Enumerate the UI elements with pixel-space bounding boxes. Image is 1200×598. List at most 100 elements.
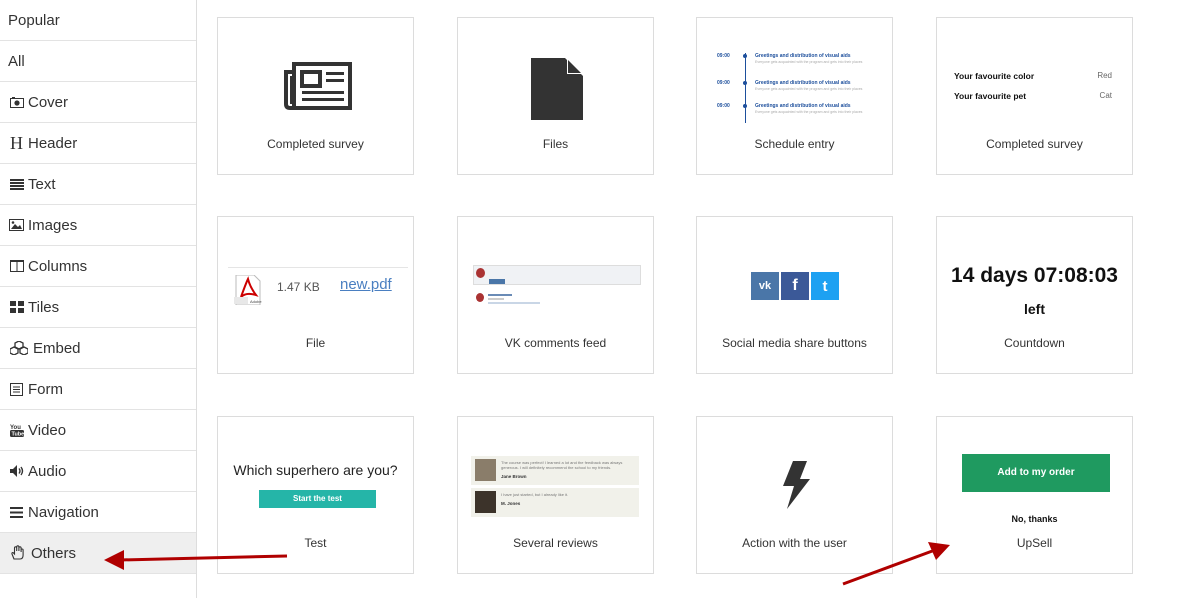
svg-text:Tube: Tube: [11, 432, 24, 438]
block-card-files[interactable]: Files: [457, 17, 654, 175]
block-card-test[interactable]: Which superhero are you? Start the test …: [217, 416, 414, 574]
countdown-suffix: left: [1024, 301, 1045, 317]
sidebar-item-images[interactable]: Images: [0, 205, 196, 246]
survey-row: Your favourite color Red: [954, 71, 1112, 81]
schedule-row: 09:00 Greetings and distribution of visu…: [697, 80, 894, 100]
block-card-several-reviews[interactable]: The course was perfect! I learned a lot …: [457, 416, 654, 574]
block-card-completed-survey-2[interactable]: Your favourite color Red Your favourite …: [936, 17, 1133, 175]
block-card-schedule-entry[interactable]: 09:00 Greetings and distribution of visu…: [696, 17, 893, 175]
block-card-completed-survey[interactable]: Completed survey: [217, 17, 414, 175]
text-lines-icon: [8, 178, 25, 190]
social-buttons: vk f t: [751, 272, 839, 300]
sidebar-item-label: Images: [28, 216, 78, 234]
sidebar-item-label: All: [8, 52, 25, 70]
sidebar-item-all[interactable]: All: [0, 41, 196, 82]
sidebar-item-popular[interactable]: Popular: [0, 0, 196, 41]
card-label: VK comments feed: [504, 336, 607, 350]
review-text: The course was perfect! I learned a lot …: [501, 460, 622, 470]
survey-answer: Red: [1097, 71, 1112, 80]
twitter-icon: t: [811, 272, 839, 300]
block-card-vk-comments[interactable]: VK comments feed: [457, 216, 654, 374]
schedule-time: 09:00: [717, 103, 730, 109]
sidebar-item-label: Columns: [28, 257, 88, 275]
card-label: Completed survey: [267, 137, 364, 151]
sidebar-item-label: Navigation: [28, 503, 99, 521]
file-icon: [531, 58, 583, 125]
sidebar-item-columns[interactable]: Columns: [0, 246, 196, 287]
upsell-decline-link: No, thanks: [1011, 514, 1058, 524]
cubes-icon: [8, 341, 30, 355]
block-card-social-share[interactable]: vk f t Social media share buttons: [696, 216, 893, 374]
form-icon: [8, 382, 25, 396]
schedule-time: 09:00: [717, 80, 730, 86]
tiles-icon: [8, 301, 25, 313]
sidebar-item-navigation[interactable]: Navigation: [0, 492, 196, 533]
card-label: Completed survey: [986, 137, 1083, 151]
schedule-dot: [743, 104, 747, 108]
review-text-line: generous. I will definitely recommend th…: [501, 465, 612, 470]
card-label: Social media share buttons: [722, 336, 867, 350]
schedule-dot: [743, 81, 747, 85]
review-item: The course was perfect! I learned a lot …: [471, 456, 639, 485]
survey-answer: Cat: [1099, 91, 1112, 100]
sidebar-item-label: Others: [31, 544, 77, 562]
schedule-dot: [743, 54, 747, 58]
vk-avatar: [476, 268, 485, 278]
bars-icon: [8, 506, 25, 518]
header-icon: H: [10, 132, 23, 153]
lightning-icon: [783, 461, 811, 514]
schedule-title: Greetings and distribution of visual aid…: [755, 103, 851, 109]
upsell-add-button: Add to my order: [962, 454, 1110, 492]
vk-comments-preview: [473, 265, 641, 311]
sidebar-item-label: Video: [28, 421, 67, 439]
sidebar-item-label: Text: [28, 175, 56, 193]
schedule-subtitle: Everyone gets acquainted with the progra…: [755, 87, 863, 91]
schedule-title: Greetings and distribution of visual aid…: [755, 53, 851, 59]
block-card-countdown[interactable]: 14 days 07:08:03 left Countdown: [936, 216, 1133, 374]
hand-icon: [8, 545, 28, 561]
card-label: Files: [542, 137, 569, 151]
block-category-sidebar: Popular All Cover H Header Text Images C…: [0, 0, 197, 598]
sidebar-item-video[interactable]: You Tube Video: [0, 410, 196, 451]
sidebar-item-tiles[interactable]: Tiles: [0, 287, 196, 328]
block-card-action-user[interactable]: Action with the user: [696, 416, 893, 574]
sidebar-item-label: Header: [28, 134, 78, 152]
sidebar-item-header[interactable]: H Header: [0, 123, 196, 164]
sidebar-item-audio[interactable]: Audio: [0, 451, 196, 492]
card-label: Test: [304, 536, 327, 550]
block-card-file[interactable]: Adobe 1.47 KB new.pdf File: [217, 216, 414, 374]
sidebar-item-embed[interactable]: Embed: [0, 328, 196, 369]
review-avatar: [475, 491, 496, 513]
survey-question: Your favourite color: [954, 71, 1035, 81]
card-label: Schedule entry: [754, 137, 835, 151]
card-label: Action with the user: [742, 536, 847, 550]
block-card-upsell[interactable]: Add to my order No, thanks UpSell: [936, 416, 1133, 574]
sidebar-item-text[interactable]: Text: [0, 164, 196, 205]
test-question: Which superhero are you?: [233, 462, 398, 478]
schedule-title: Greetings and distribution of visual aid…: [755, 80, 851, 86]
vk-comment-line: [488, 302, 540, 304]
pdf-adobe-badge: Adobe: [250, 299, 262, 304]
schedule-time: 09:00: [717, 53, 730, 59]
sidebar-item-form[interactable]: Form: [0, 369, 196, 410]
schedule-subtitle: Everyone gets acquainted with the progra…: [755, 60, 863, 64]
sidebar-item-others[interactable]: Others: [0, 533, 196, 574]
review-author: Jane Brown: [501, 474, 527, 479]
review-text: I have just started, but I already like …: [501, 492, 569, 497]
vk-avatar: [476, 293, 484, 302]
file-name-link[interactable]: new.pdf: [340, 276, 392, 293]
card-label: Countdown: [1004, 336, 1065, 350]
speaker-icon: [8, 465, 25, 477]
sidebar-item-label: Audio: [28, 462, 67, 480]
image-icon: [8, 219, 25, 231]
review-avatar: [475, 459, 496, 481]
card-label: File: [305, 336, 326, 350]
sidebar-item-label: Popular: [8, 11, 60, 29]
sidebar-item-label: Embed: [33, 339, 81, 357]
sidebar-item-cover[interactable]: Cover: [0, 82, 196, 123]
sidebar-item-label: Form: [28, 380, 63, 398]
file-preview-divider: [228, 267, 408, 268]
schedule-preview: 09:00 Greetings and distribution of visu…: [697, 53, 894, 125]
vk-comment-line: [488, 298, 504, 300]
sidebar-item-label: Cover: [28, 93, 69, 111]
